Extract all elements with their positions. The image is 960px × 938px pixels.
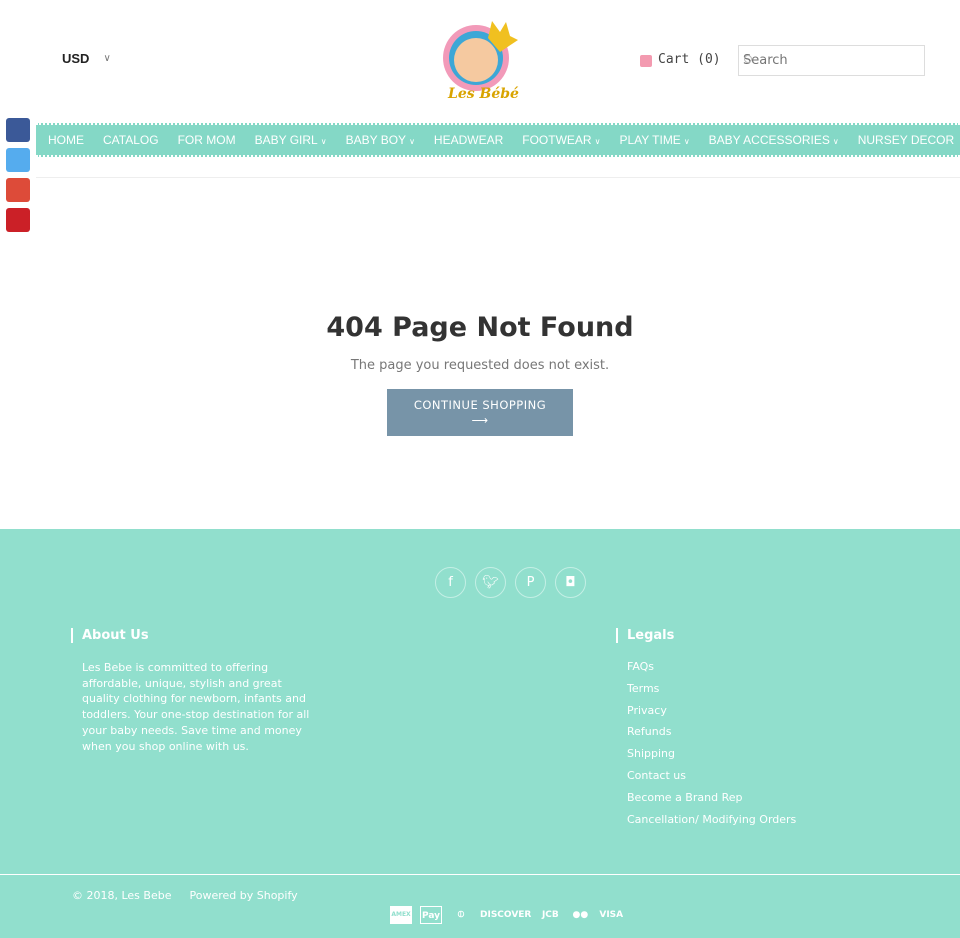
divider bbox=[36, 177, 960, 178]
nav-item-baby-girl[interactable]: BABY GIRL ∨ bbox=[255, 133, 327, 147]
pinterest-share-icon[interactable] bbox=[6, 208, 30, 232]
nav-item-baby-boy[interactable]: BABY BOY ∨ bbox=[346, 133, 415, 147]
chevron-down-icon: ∨ bbox=[320, 137, 327, 146]
pinterest-icon[interactable]: P bbox=[515, 567, 546, 598]
facebook-icon[interactable]: f bbox=[435, 567, 466, 598]
chevron-down-icon: ∨ bbox=[683, 137, 690, 146]
legal-link[interactable]: Shipping bbox=[616, 747, 796, 760]
cart-link[interactable]: Cart (0) bbox=[640, 52, 721, 67]
legal-link[interactable]: Privacy bbox=[616, 704, 796, 717]
search-box[interactable] bbox=[738, 45, 925, 76]
search-icon bbox=[744, 55, 752, 63]
legal-link[interactable]: FAQs bbox=[616, 660, 796, 673]
twitter-icon[interactable]: 🐦︎ bbox=[475, 567, 506, 598]
legal-link[interactable]: Become a Brand Rep bbox=[616, 791, 796, 804]
facebook-share-icon[interactable] bbox=[6, 118, 30, 142]
payment-icon: VISA bbox=[599, 910, 624, 920]
legals-section: Legals FAQs Terms Privacy Refunds Shipping Con… bbox=[616, 628, 796, 834]
legal-link[interactable]: Terms bbox=[616, 682, 796, 695]
nav-item-baby-accessories[interactable]: BABY ACCESSORIES ∨ bbox=[709, 133, 839, 147]
logo[interactable]: Les Bébé bbox=[440, 18, 520, 104]
twitter-share-icon[interactable] bbox=[6, 148, 30, 172]
payment-icon: ⦶ bbox=[457, 910, 465, 920]
nav-item-play-time[interactable]: PLAY TIME ∨ bbox=[619, 133, 689, 147]
payment-icon: ●● bbox=[572, 910, 589, 920]
chevron-down-icon: ∨ bbox=[103, 53, 111, 64]
chevron-down-icon: ∨ bbox=[409, 137, 415, 146]
payment-icon: AMEX bbox=[390, 906, 412, 924]
footer: f 🐦︎ P ◘ About Us Les Bebe is committed t… bbox=[0, 529, 960, 938]
error-message: The page you requested does not exist. bbox=[350, 358, 610, 373]
chevron-down-icon: ∨ bbox=[832, 137, 839, 146]
nav-item-for-mom[interactable]: FOR MOM bbox=[178, 133, 236, 147]
arrow-right-icon: ⟶ bbox=[471, 413, 489, 427]
main-nav: HOME CATALOG FOR MOM BABY GIRL ∨ BABY BOY ∨ HEA… bbox=[36, 123, 960, 157]
instagram-icon[interactable]: ◘ bbox=[555, 567, 586, 598]
payment-icon: DISCOVER bbox=[480, 910, 532, 920]
currency-selector[interactable]: USD ∨ bbox=[62, 51, 111, 66]
nav-item-catalog[interactable]: CATALOG bbox=[103, 133, 159, 147]
svg-text:Les Bébé: Les Bébé bbox=[447, 86, 519, 102]
continue-shopping-button[interactable]: CONTINUE SHOPPING ⟶ bbox=[387, 389, 573, 436]
about-section: About Us Les Bebe is committed to offerin… bbox=[71, 628, 316, 754]
nav-item-home[interactable]: HOME bbox=[48, 133, 84, 147]
legal-link[interactable]: Cancellation/ Modifying Orders bbox=[616, 813, 796, 826]
payment-icon: Pay bbox=[420, 906, 442, 924]
divider bbox=[0, 874, 960, 875]
page-title: 404 Page Not Found bbox=[326, 312, 634, 343]
legal-link[interactable]: Contact us bbox=[616, 769, 796, 782]
nav-item-nursey-decor[interactable]: NURSEY DECOR bbox=[858, 133, 954, 147]
copyright: © 2018, Les Bebe bbox=[72, 889, 172, 902]
chevron-down-icon: ∨ bbox=[594, 137, 601, 146]
search-input[interactable] bbox=[743, 53, 913, 68]
shopping-bag-icon bbox=[640, 54, 652, 67]
payment-icon: JCB bbox=[541, 910, 559, 920]
legal-link[interactable]: Refunds bbox=[616, 725, 796, 738]
google-plus-share-icon[interactable] bbox=[6, 178, 30, 202]
nav-item-footwear[interactable]: FOOTWEAR ∨ bbox=[522, 133, 600, 147]
powered-by-link[interactable]: Powered by Shopify bbox=[189, 889, 297, 902]
nav-item-headwear[interactable]: HEADWEAR bbox=[434, 133, 503, 147]
